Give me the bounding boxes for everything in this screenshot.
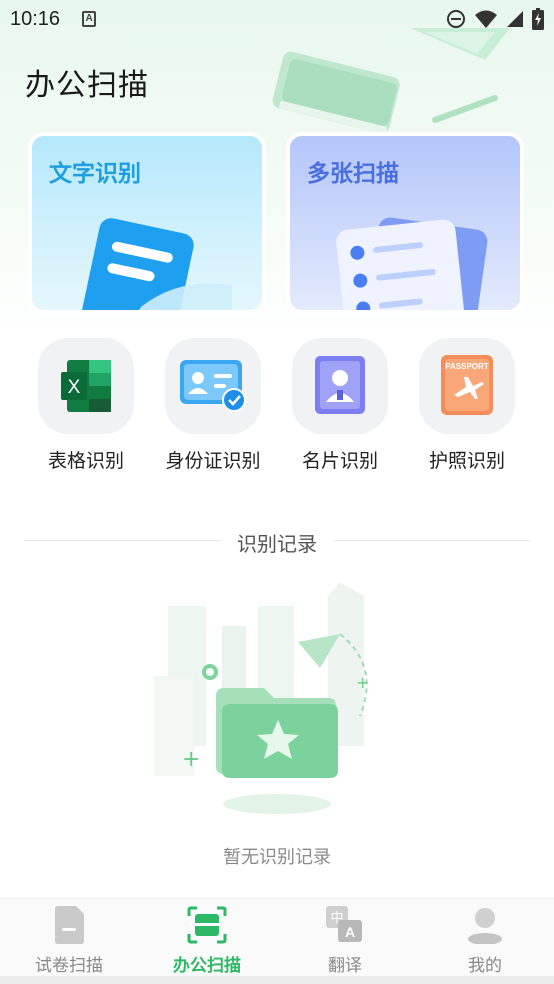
multi-scan-label: 多张扫描 [307,161,399,187]
nav-exam-scan[interactable]: 试卷扫描 [0,905,138,976]
nav-label: 试卷扫描 [35,956,103,976]
tool-label: 护照识别 [428,450,505,472]
records-heading-row: 识别记录 [24,528,530,556]
passport-icon-wrap: PASSPORT [419,338,515,434]
scan-icon [187,906,227,944]
nav-label: 办公扫描 [173,956,241,976]
tool-business-card-recognition[interactable]: 名片识别 [275,338,405,473]
passport-icon-text: PASSPORT [445,362,489,371]
multi-scan-card[interactable]: 多张扫描 [286,132,524,314]
excel-icon-wrap: X [38,338,134,434]
header-illustration [272,28,510,135]
tool-label: 表格识别 [47,450,124,472]
svg-text:+: + [356,673,369,692]
tool-label: 名片识别 [301,450,378,472]
user-icon [468,908,502,944]
tool-passport-recognition[interactable]: PASSPORT 护照识别 [402,338,532,473]
id-card-icon-wrap [165,338,261,434]
nav-profile[interactable]: 我的 [416,905,554,976]
tool-grid: X 表格识别 身份证识别 名片识别 PASSPORT 护照识别 [0,338,554,478]
text-recognition-card[interactable]: 文字识别 [28,132,266,314]
bottom-nav: 试卷扫描 办公扫描 中 A 翻译 我的 [0,898,554,976]
empty-folder-illustration: + + [154,582,369,814]
text-recognition-label: 文字识别 [49,161,141,187]
tool-label: 身份证识别 [165,450,261,472]
page-title: 办公扫描 [25,68,149,103]
translate-glyph-zh: 中 [330,911,343,926]
id-card-icon [180,360,246,412]
nav-label: 我的 [468,956,502,976]
records-heading: 识别记录 [237,532,317,556]
empty-records-text: 暂无识别记录 [223,847,331,868]
business-card-icon-wrap [292,338,388,434]
tool-table-recognition[interactable]: X 表格识别 [21,338,151,473]
nav-office-scan[interactable]: 办公扫描 [138,905,276,976]
a-icon: A [82,11,97,27]
tool-id-card-recognition[interactable]: 身份证识别 [148,338,278,473]
svg-text:+: + [182,747,200,772]
excel-icon: X [61,360,111,412]
nav-translate[interactable]: 中 A 翻译 [276,905,414,976]
document-icon [55,906,84,944]
passport-icon: PASSPORT [441,355,493,415]
status-time: 10:16 [10,7,61,30]
translate-icon: 中 A [326,906,362,942]
system-nav-strip [0,976,554,984]
nav-label: 翻译 [328,956,362,976]
excel-icon-letter: X [68,377,81,398]
business-card-icon [315,356,365,414]
translate-glyph-a: A [345,924,355,940]
